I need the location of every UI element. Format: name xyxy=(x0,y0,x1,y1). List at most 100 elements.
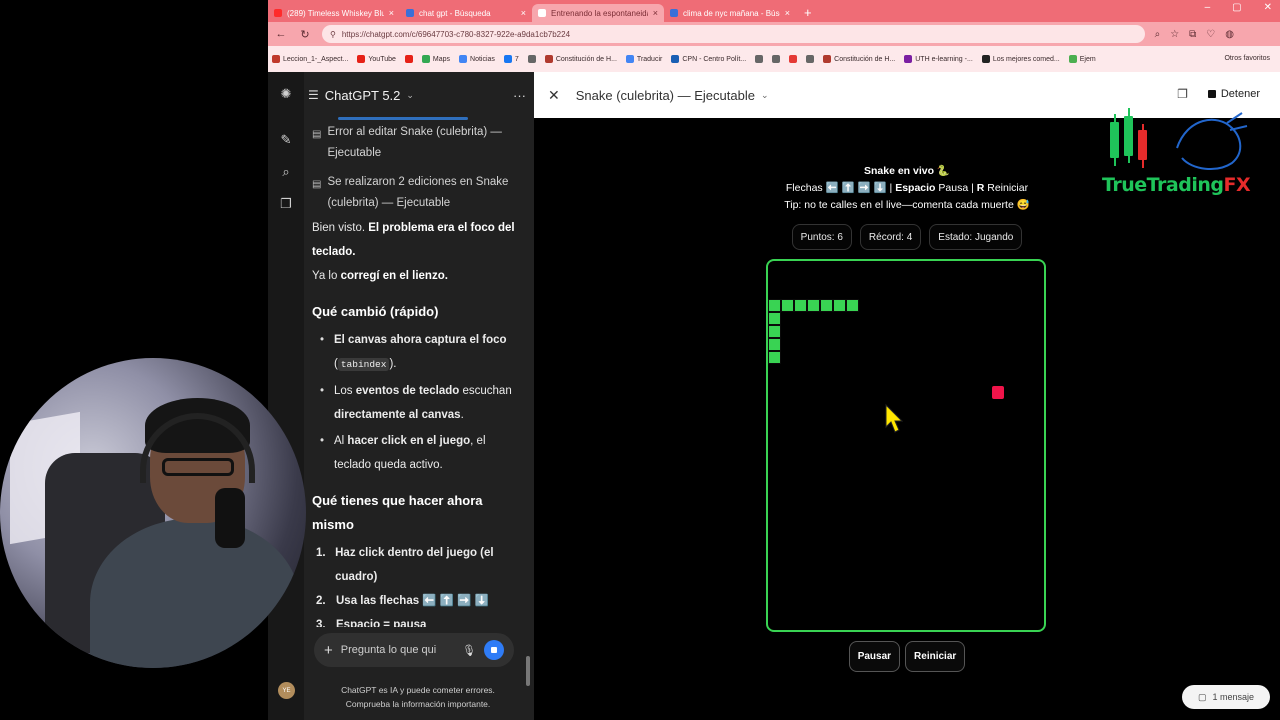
bookmark-icon xyxy=(459,55,468,63)
close-icon[interactable]: × xyxy=(785,8,790,18)
canvas-title[interactable]: Snake (culebrita) — Ejecutable xyxy=(576,88,755,103)
bookmark-icon xyxy=(789,55,798,63)
webcam-overlay xyxy=(0,358,306,668)
bookmark-item[interactable] xyxy=(789,55,798,63)
zoom-icon[interactable]: ⌕ xyxy=(1155,29,1161,40)
chat-panel: ✺ ✎ ⌕ ❐ ☰ ChatGPT 5.2 ⌄ ··· ▤ Error al e… xyxy=(268,72,534,720)
bookmark-icon xyxy=(404,55,413,63)
close-icon[interactable]: × xyxy=(389,8,394,18)
restart-button[interactable]: Reiniciar xyxy=(905,641,966,672)
more-options-icon[interactable]: ··· xyxy=(513,88,526,103)
bookmark-icon xyxy=(503,55,512,63)
game-board[interactable] xyxy=(766,259,1046,632)
bookmark-icon xyxy=(527,55,536,63)
site-info-icon[interactable]: ⚲ xyxy=(330,30,336,39)
canvas-actions: ❐ Detener xyxy=(1177,84,1270,104)
new-chat-icon[interactable]: ✎ xyxy=(278,132,294,148)
tab-label: clima de nyc mañana - Búsqueda xyxy=(683,8,780,18)
scrollbar[interactable] xyxy=(526,656,530,686)
step-text: Haz click dentro del juego (el cuadro) xyxy=(335,547,494,583)
copy-icon[interactable]: ❐ xyxy=(1177,87,1188,101)
bookmark-item[interactable]: 7 xyxy=(503,55,519,63)
message-badge[interactable]: ▢ 1 mensaje xyxy=(1182,685,1270,709)
reload-icon[interactable]: ↻ xyxy=(298,28,312,41)
tab-youtube[interactable]: (289) Timeless Whiskey Blues × xyxy=(268,4,400,22)
steps-list: 1. Haz click dentro del juego (el cuadro)… xyxy=(312,541,524,627)
chevron-down-icon[interactable]: ⌄ xyxy=(406,90,414,101)
step-number: 2. xyxy=(316,595,326,607)
food-item xyxy=(992,386,1004,399)
scroll-indicator xyxy=(338,117,468,120)
tab-search-weather[interactable]: clima de nyc mañana - Búsqueda × xyxy=(664,4,796,22)
back-icon[interactable]: ← xyxy=(274,28,288,40)
bookmark-item[interactable]: Constitución de H... xyxy=(823,55,895,63)
model-selector[interactable]: ChatGPT 5.2 xyxy=(325,88,401,103)
bookmark-item[interactable] xyxy=(755,55,764,63)
bookmark-item[interactable]: UTH e-learning -... xyxy=(904,55,973,63)
star-icon[interactable]: ☆ xyxy=(1170,29,1179,40)
stop-generating-button[interactable] xyxy=(484,640,504,660)
extensions-icon[interactable]: ⧉ xyxy=(1189,29,1196,40)
library-icon[interactable]: ❐ xyxy=(278,196,294,212)
section-heading: Qué tienes que hacer ahora mismo xyxy=(312,493,483,532)
tab-search-chatgpt[interactable]: chat gpt - Búsqueda × xyxy=(400,4,532,22)
bookmark-item[interactable]: Ejem xyxy=(1068,55,1096,63)
composer: + 🎙 xyxy=(314,633,514,667)
bookmark-item[interactable]: CPN - Centro Polít... xyxy=(671,55,746,63)
list-item: 3. Espacio = pausa xyxy=(316,613,524,627)
prompt-input[interactable] xyxy=(340,644,455,656)
snake-segment xyxy=(768,338,781,351)
bookmark-item[interactable] xyxy=(404,55,413,63)
bookmark-item[interactable]: Constitución de H... xyxy=(544,55,617,63)
add-attachment-icon[interactable]: + xyxy=(324,642,333,659)
close-window-icon[interactable]: ✕ xyxy=(1264,2,1272,13)
bookmark-item[interactable]: Maps xyxy=(421,55,450,63)
snake-segment xyxy=(768,351,781,364)
list-item: 1. Haz click dentro del juego (el cuadro) xyxy=(316,541,524,589)
snake-segment xyxy=(781,299,794,312)
bookmark-item[interactable] xyxy=(527,55,536,63)
minimize-icon[interactable]: – xyxy=(1205,2,1211,13)
bookmark-item[interactable]: YouTube xyxy=(357,55,396,63)
disclaimer: ChatGPT es IA y puede cometer errores. C… xyxy=(308,683,528,711)
chatgpt-icon xyxy=(538,9,546,17)
tab-label: (289) Timeless Whiskey Blues xyxy=(287,8,384,18)
bookmark-item[interactable] xyxy=(772,55,781,63)
chevron-down-icon[interactable]: ⌄ xyxy=(761,90,769,101)
bookmark-icon xyxy=(671,55,680,63)
openai-logo-icon[interactable]: ✺ xyxy=(278,86,294,102)
bookmark-icon xyxy=(904,55,913,63)
bookmark-item[interactable]: Traducir xyxy=(625,55,662,63)
pause-button[interactable]: Pausar xyxy=(848,641,901,672)
bookmark-icon xyxy=(981,55,990,63)
bookmark-item[interactable] xyxy=(806,55,815,63)
address-bar: ← ↻ ⚲ https://chatgpt.com/c/69647703-c78… xyxy=(268,22,1280,46)
close-icon[interactable]: ✕ xyxy=(548,87,560,104)
close-icon[interactable]: × xyxy=(653,8,658,18)
message-badge-label: 1 mensaje xyxy=(1212,692,1255,702)
item-text: Al xyxy=(334,435,348,447)
bookmark-label: Ejem xyxy=(1079,55,1096,63)
stats-row: Puntos: 6 Récord: 4 Estado: Jugando xyxy=(534,224,1280,250)
screen: (289) Timeless Whiskey Blues × chat gpt … xyxy=(0,0,1280,720)
stop-button[interactable]: Detener xyxy=(1198,84,1270,104)
microphone-icon[interactable]: 🎙 xyxy=(462,644,476,657)
profile-icon[interactable]: ◍ xyxy=(1225,29,1234,40)
bookmark-item[interactable]: Noticias xyxy=(459,55,495,63)
chat-messages: ▤ Error al editar Snake (culebrita) — Ej… xyxy=(312,122,524,627)
search-icon[interactable]: ⌕ xyxy=(278,164,294,180)
state-pill: Estado: Jugando xyxy=(929,224,1023,250)
other-bookmarks[interactable]: Otros favoritos xyxy=(1224,55,1270,62)
snake-segment xyxy=(768,325,781,338)
new-tab-button[interactable]: + xyxy=(796,5,820,20)
favorites-icon[interactable]: ♡ xyxy=(1206,29,1215,40)
bookmark-item[interactable]: Los mejores comed... xyxy=(981,55,1060,63)
url-field[interactable]: ⚲ https://chatgpt.com/c/69647703-c780-83… xyxy=(322,25,1145,43)
close-icon[interactable]: × xyxy=(521,8,526,18)
bookmark-item[interactable]: Leccion_1-_Aspect... xyxy=(272,55,348,63)
sidebar-toggle-icon[interactable]: ☰ xyxy=(308,88,319,102)
stop-label: Detener xyxy=(1220,88,1260,100)
maximize-icon[interactable]: ▢ xyxy=(1232,2,1241,13)
avatar[interactable]: YE xyxy=(278,682,295,699)
tab-chatgpt-active[interactable]: Entrenando la espontaneidad × xyxy=(532,4,664,22)
